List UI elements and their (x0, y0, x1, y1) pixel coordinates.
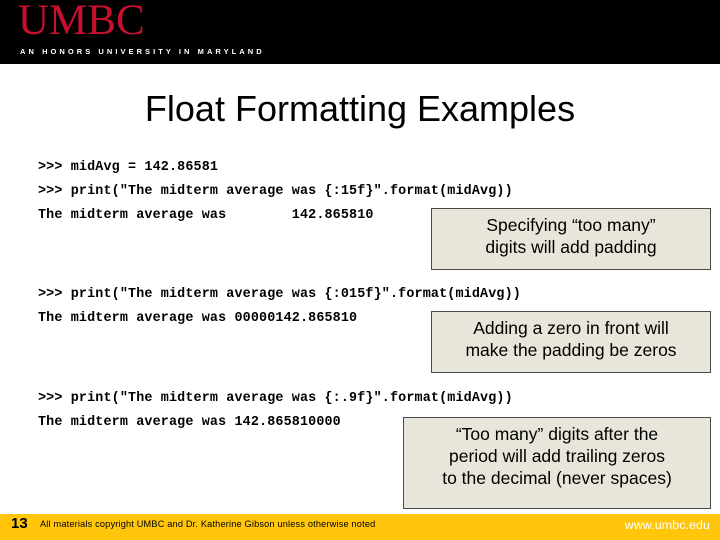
slide-number: 13 (11, 515, 28, 532)
callout-line: “Too many” digits after the (455, 424, 659, 444)
callout-line: digits will add padding (485, 237, 657, 258)
callout-line: make the padding be zeros (465, 340, 677, 361)
code-line: >>> midAvg = 142.86581 (38, 160, 219, 175)
code-output-line: The midterm average was 142.865810000 (38, 415, 341, 430)
code-line: >>> print("The midterm average was {:015… (38, 287, 521, 302)
footer-band: 13 All materials copyright UMBC and Dr. … (0, 514, 720, 540)
footer-copyright-text: All materials copyright UMBC and Dr. Kat… (40, 519, 376, 529)
code-line: >>> print("The midterm average was {:.9f… (38, 391, 513, 406)
callout-zero-padding: Adding a zero in front will make the pad… (431, 311, 711, 373)
footer-url: www.umbc.edu (624, 518, 710, 532)
callout-padding: Specifying “too many” digits will add pa… (431, 208, 711, 270)
header-band: UMBC AN HONORS UNIVERSITY IN MARYLAND (0, 0, 720, 64)
code-output-line: The midterm average was 00000142.865810 (38, 311, 358, 326)
code-line: >>> print("The midterm average was {:15f… (38, 184, 513, 199)
callout-trailing-zeros: “Too many” digits after the period will … (403, 417, 711, 509)
umbc-logo-tagline: AN HONORS UNIVERSITY IN MARYLAND (20, 47, 265, 56)
code-output-line: The midterm average was 142.865810 (38, 208, 374, 223)
callout-line: to the decimal (never spaces) (442, 468, 672, 489)
umbc-logo-wordmark: UMBC (18, 0, 145, 44)
page-title: Float Formatting Examples (144, 88, 576, 129)
callout-line: period will add trailing zeros (449, 446, 665, 467)
callout-line: Adding a zero in front will (473, 318, 669, 338)
callout-line: Specifying “too many” (486, 215, 656, 235)
